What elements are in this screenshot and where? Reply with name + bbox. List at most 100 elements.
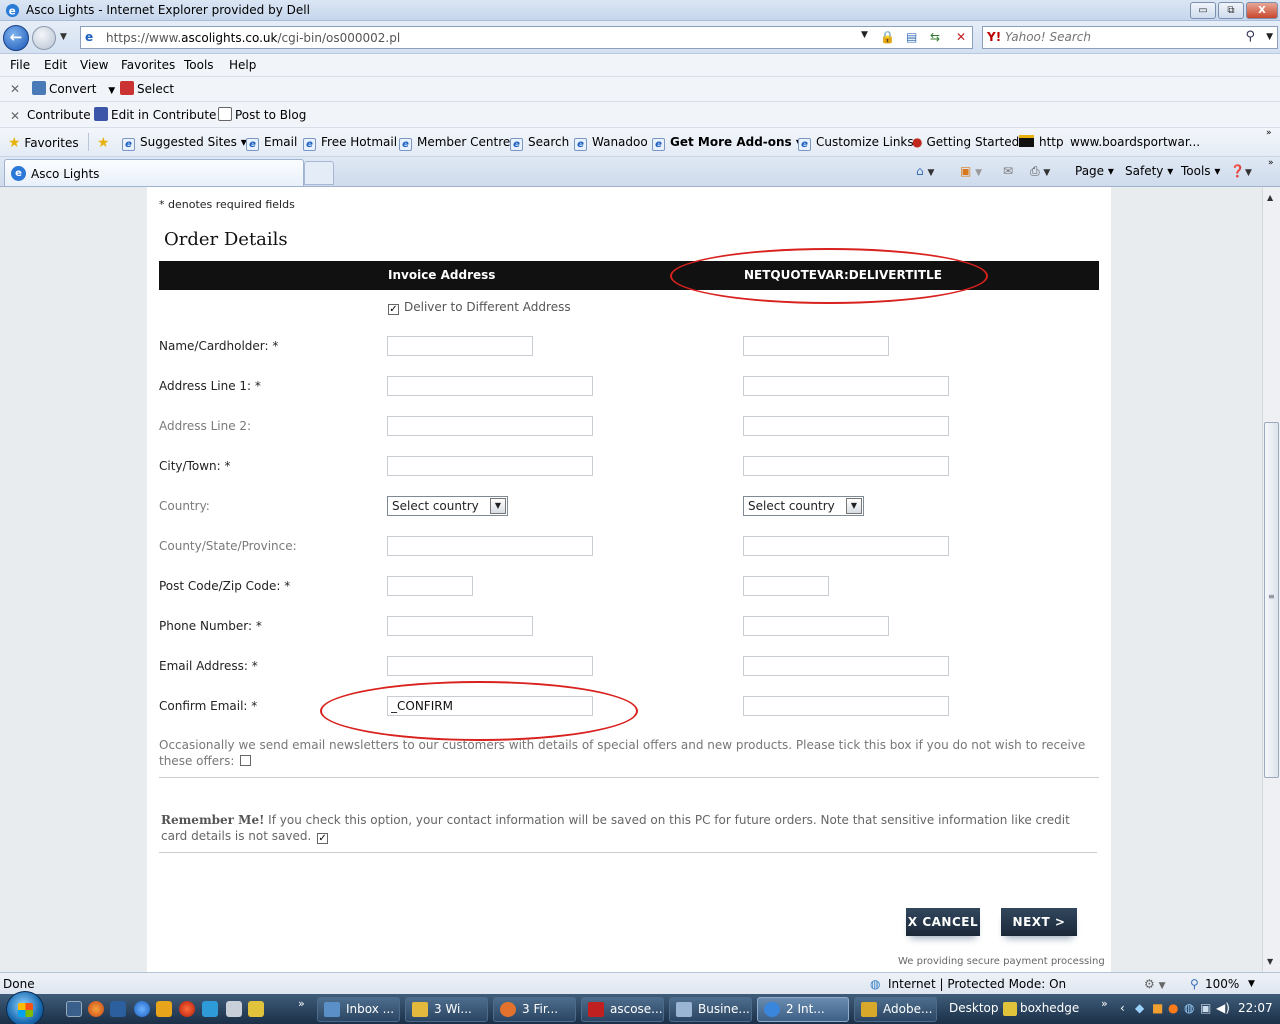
print-icon[interactable]: ⎙ ▼ xyxy=(1030,164,1050,179)
fav-http[interactable]: http xyxy=(1019,135,1064,149)
delivery-postcode-field[interactable] xyxy=(743,576,829,596)
zoom-level[interactable]: 100% xyxy=(1205,977,1239,991)
invoice-country-select[interactable]: Select country ▼ xyxy=(387,496,508,516)
fav-suggested-sites[interactable]: e Suggested Sites ▾ xyxy=(122,135,247,151)
network-icon[interactable]: ◆ xyxy=(1135,1001,1144,1015)
invoice-phone-field[interactable] xyxy=(387,616,533,636)
invoice-address2-field[interactable] xyxy=(387,416,593,436)
feeds-icon[interactable]: ▣ ▼ xyxy=(960,164,982,178)
delivery-confirm-email-field[interactable] xyxy=(743,696,949,716)
fav-search[interactable]: e Search xyxy=(510,135,569,151)
search-icon[interactable]: ⚲ xyxy=(1245,29,1255,44)
delivery-city-field[interactable] xyxy=(743,456,949,476)
newsletter-checkbox[interactable] xyxy=(240,755,252,766)
boxhedge-toolbar[interactable]: boxhedge xyxy=(1020,1001,1079,1015)
close-button[interactable]: X xyxy=(1246,2,1278,19)
menu-edit[interactable]: Edit xyxy=(44,58,67,72)
task-word[interactable]: 3 Wi... xyxy=(405,997,488,1022)
invoice-address1-field[interactable] xyxy=(387,376,593,396)
tray-expand-icon[interactable]: ‹ xyxy=(1120,1001,1125,1015)
close-toolbar-icon[interactable]: ✕ xyxy=(10,109,20,123)
favorites-button[interactable]: ★ Favorites xyxy=(8,135,79,151)
invoice-county-field[interactable] xyxy=(387,536,593,556)
address-bar[interactable]: e https://www.ascolights.co.uk/cgi-bin/o… xyxy=(80,26,973,49)
invoice-city-field[interactable] xyxy=(387,456,593,476)
menu-view[interactable]: View xyxy=(80,58,108,72)
convert-button[interactable]: Convert ▼ xyxy=(32,81,115,96)
compatibility-view-icon[interactable]: ▤ xyxy=(906,30,917,44)
quicklaunch-overflow-icon[interactable]: » xyxy=(298,997,305,1010)
invoice-postcode-field[interactable] xyxy=(387,576,473,596)
start-button[interactable] xyxy=(6,991,44,1024)
deliver-different-address[interactable]: ✓ Deliver to Different Address xyxy=(388,300,571,315)
security-icon[interactable]: ■ xyxy=(1152,1001,1163,1015)
fav-getting-started[interactable]: ● Getting Started xyxy=(912,135,1019,149)
menu-tools[interactable]: Tools xyxy=(184,58,214,72)
fav-get-more-addons[interactable]: e Get More Add-ons ▾ xyxy=(652,135,802,151)
post-to-blog-button[interactable]: Post to Blog xyxy=(218,107,306,122)
delivery-phone-field[interactable] xyxy=(743,616,889,636)
vertical-scrollbar[interactable]: ▲ ≡ ▼ xyxy=(1262,187,1280,972)
cancel-button[interactable]: X CANCEL xyxy=(906,908,980,936)
stop-icon[interactable]: ✕ xyxy=(956,30,966,44)
explorer-icon[interactable] xyxy=(248,1001,264,1017)
read-mail-icon[interactable]: ✉ xyxy=(1003,164,1013,178)
desktop-toolbar[interactable]: Desktop xyxy=(949,1001,999,1015)
delivery-email-field[interactable] xyxy=(743,656,949,676)
safety-menu[interactable]: Safety ▾ xyxy=(1125,164,1173,178)
task-filezilla[interactable]: ascose... xyxy=(581,997,664,1022)
forward-button[interactable] xyxy=(32,26,56,50)
invoice-email-field[interactable] xyxy=(387,656,593,676)
fav-member-centre[interactable]: e Member Centre xyxy=(399,135,510,151)
help-icon[interactable]: ❓▼ xyxy=(1230,164,1252,178)
fav-boardsportwar[interactable]: www.boardsportwar... xyxy=(1070,135,1200,149)
task-business[interactable]: Busine... xyxy=(669,997,752,1022)
fav-free-hotmail[interactable]: e Free Hotmail xyxy=(303,135,397,151)
fav-customize-links[interactable]: e Customize Links xyxy=(798,135,914,151)
delivery-name-field[interactable] xyxy=(743,336,889,356)
tools-menu[interactable]: Tools ▾ xyxy=(1181,164,1220,178)
commandbar-overflow-icon[interactable]: » xyxy=(1268,158,1274,168)
home-icon[interactable]: ⌂ ▼ xyxy=(916,164,934,178)
search-options-icon[interactable]: ▼ xyxy=(1266,32,1273,42)
task-firefox[interactable]: 3 Fir... xyxy=(493,997,576,1022)
calculator-icon[interactable] xyxy=(226,1001,242,1017)
fav-wanadoo[interactable]: e Wanadoo xyxy=(574,135,648,151)
add-favorites-icon[interactable]: ★ xyxy=(97,135,110,151)
addons-icon[interactable]: ⚙ ▼ xyxy=(1144,977,1166,991)
toolbar-overflow-icon[interactable]: » xyxy=(1101,997,1108,1010)
messenger-icon[interactable] xyxy=(202,1001,218,1017)
browser-icon[interactable] xyxy=(179,1001,195,1017)
update-icon[interactable]: ● xyxy=(1168,1001,1178,1015)
select-button[interactable]: Select xyxy=(120,81,174,96)
zoom-dropdown-icon[interactable]: ▼ xyxy=(1248,979,1255,989)
search-box[interactable]: Y! ⚲ ▼ xyxy=(982,26,1278,49)
delivery-address1-field[interactable] xyxy=(743,376,949,396)
address-dropdown-icon[interactable]: ▼ xyxy=(861,30,868,40)
ie-icon[interactable] xyxy=(134,1001,150,1017)
task-adobe[interactable]: Adobe... xyxy=(854,997,937,1022)
address-url[interactable]: https://www.ascolights.co.uk/cgi-bin/os0… xyxy=(106,31,400,45)
tab-asco-lights[interactable]: e Asco Lights xyxy=(4,159,304,186)
refresh-icon[interactable]: ⇆ xyxy=(930,30,940,44)
tray-app-icon[interactable]: ◍ xyxy=(1184,1001,1194,1015)
delivery-county-field[interactable] xyxy=(743,536,949,556)
deliver-checkbox[interactable]: ✓ xyxy=(388,304,399,315)
security-zone[interactable]: Internet | Protected Mode: On xyxy=(888,977,1066,991)
new-tab-button[interactable] xyxy=(304,161,334,185)
clock[interactable]: 22:07 xyxy=(1238,1001,1273,1015)
edit-in-contribute-button[interactable]: Edit in Contribute xyxy=(94,107,216,122)
show-desktop-icon[interactable] xyxy=(66,1001,82,1017)
search-input[interactable] xyxy=(1005,30,1235,44)
maximize-button[interactable]: ⧉ xyxy=(1218,2,1244,19)
contribute-button[interactable]: Contribute xyxy=(27,108,91,122)
task-inbox[interactable]: Inbox ... xyxy=(317,997,400,1022)
next-button[interactable]: NEXT > xyxy=(1001,908,1077,936)
monitor-icon[interactable]: ▣ xyxy=(1200,1001,1211,1015)
media-icon[interactable] xyxy=(156,1001,172,1017)
favorites-overflow-icon[interactable]: » xyxy=(1266,128,1272,138)
firefox-icon[interactable] xyxy=(88,1001,104,1017)
scroll-down-icon[interactable]: ▼ xyxy=(1267,957,1273,966)
fav-email[interactable]: e Email xyxy=(246,135,297,151)
task-internet-explorer[interactable]: 2 Int... xyxy=(757,997,849,1022)
